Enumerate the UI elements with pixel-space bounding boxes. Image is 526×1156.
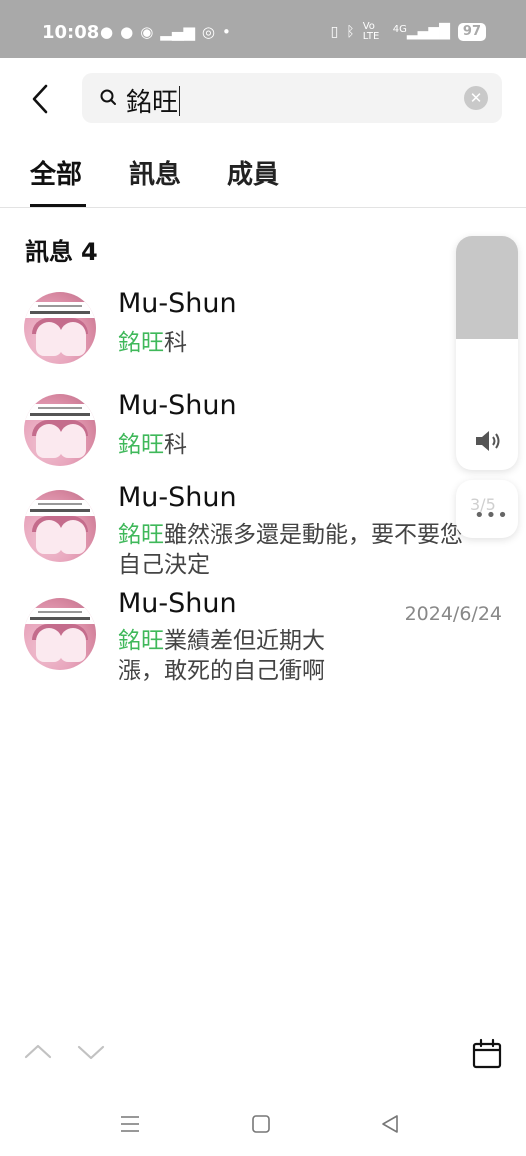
tab-members[interactable]: 成員 [227, 154, 279, 191]
avatar [24, 490, 96, 562]
section-title: 訊息 4 [25, 232, 98, 267]
back-arrow-icon[interactable] [28, 82, 54, 116]
tab-messages[interactable]: 訊息 [129, 154, 181, 191]
chrome-icon: ◎ [201, 23, 215, 41]
volume-fill [456, 236, 518, 339]
message-snippet: 銘旺科 [118, 328, 463, 358]
calendar-icon[interactable] [472, 1038, 502, 1070]
cell-signal-icon: 4G▂▄▆█ [392, 24, 450, 40]
signal-bars-icon: ▂▄▆ [160, 23, 195, 41]
avatar [24, 394, 96, 466]
active-tab-indicator [30, 204, 86, 207]
avatar [24, 292, 96, 364]
search-tabs: 全部 訊息 成員 [0, 140, 526, 208]
chevron-up-icon[interactable] [24, 1042, 52, 1060]
matched-text: 銘旺 [118, 432, 164, 458]
more-dots-icon[interactable]: ••• [474, 505, 509, 526]
section-count: 4 [81, 238, 98, 266]
search-query[interactable]: 銘旺 [126, 82, 181, 119]
dot-icon: • [221, 23, 231, 41]
text-caret [179, 86, 181, 116]
search-icon [100, 89, 116, 105]
system-nav-bar [0, 1100, 526, 1150]
chat-bubble-icon: ● [120, 23, 134, 41]
avatar [24, 598, 96, 670]
status-bar: 10:08 ● ● ◉ ▂▄▆ ◎ • ▯ ᛒ Vo LTE 4G▂▄▆█ 97 [0, 0, 526, 58]
status-time: 10:08 [42, 22, 100, 43]
bluetooth-icon: ᛒ [346, 24, 355, 40]
notification-icons: ● ● ◉ ▂▄▆ ◎ • [100, 23, 231, 41]
matched-text: 銘旺 [118, 522, 164, 548]
list-item[interactable]: Mu-Shun 銘旺科 [0, 282, 526, 374]
search-header: 銘旺 ✕ [0, 58, 526, 140]
chat-bubble-icon: ● [100, 23, 114, 41]
matched-text: 銘旺 [118, 330, 164, 356]
message-text: 科 [164, 330, 187, 356]
message-text: 科 [164, 432, 187, 458]
search-input[interactable]: 銘旺 ✕ [82, 73, 502, 123]
section-title-label: 訊息 [25, 238, 73, 266]
message-snippet: 銘旺業績差但近期大漲，敢死的自己衝啊 [118, 626, 368, 686]
vibrate-icon: ▯ [330, 24, 339, 40]
bottom-toolbar [0, 1030, 526, 1080]
home-icon[interactable] [251, 1114, 271, 1134]
recent-apps-icon[interactable] [120, 1114, 140, 1134]
list-item[interactable]: Mu-Shun 銘旺雖然漲多還是動能，要不要您自己決定 [0, 476, 526, 584]
sender-name: Mu-Shun [118, 588, 237, 619]
back-icon[interactable] [380, 1114, 400, 1134]
battery-indicator: 97 [457, 23, 486, 41]
line-icon: ◉ [140, 23, 154, 41]
volte-label: Vo LTE [362, 21, 380, 42]
sender-name: Mu-Shun [118, 390, 237, 421]
sender-name: Mu-Shun [118, 482, 237, 513]
tab-all[interactable]: 全部 [30, 154, 82, 191]
system-icons: ▯ ᛒ Vo LTE 4G▂▄▆█ 97 [331, 22, 486, 42]
message-date: 2024/6/24 [404, 603, 502, 625]
volume-slider[interactable] [456, 236, 518, 470]
matched-text: 銘旺 [118, 628, 164, 654]
volume-more-button[interactable]: 3/5 ••• [456, 480, 518, 538]
clear-search-button[interactable]: ✕ [464, 86, 488, 110]
message-text: 雖然漲多還是動能，要不要您自己決定 [118, 522, 463, 578]
speaker-icon[interactable] [473, 428, 501, 454]
list-item[interactable]: Mu-Shun 2024/6/24 銘旺業績差但近期大漲，敢死的自己衝啊 [0, 584, 526, 692]
message-snippet: 銘旺雖然漲多還是動能，要不要您自己決定 [118, 520, 463, 580]
message-snippet: 銘旺科 [118, 430, 463, 460]
list-item[interactable]: Mu-Shun 銘旺科 [0, 384, 526, 476]
sender-name: Mu-Shun [118, 288, 237, 319]
chevron-down-icon[interactable] [77, 1044, 105, 1062]
